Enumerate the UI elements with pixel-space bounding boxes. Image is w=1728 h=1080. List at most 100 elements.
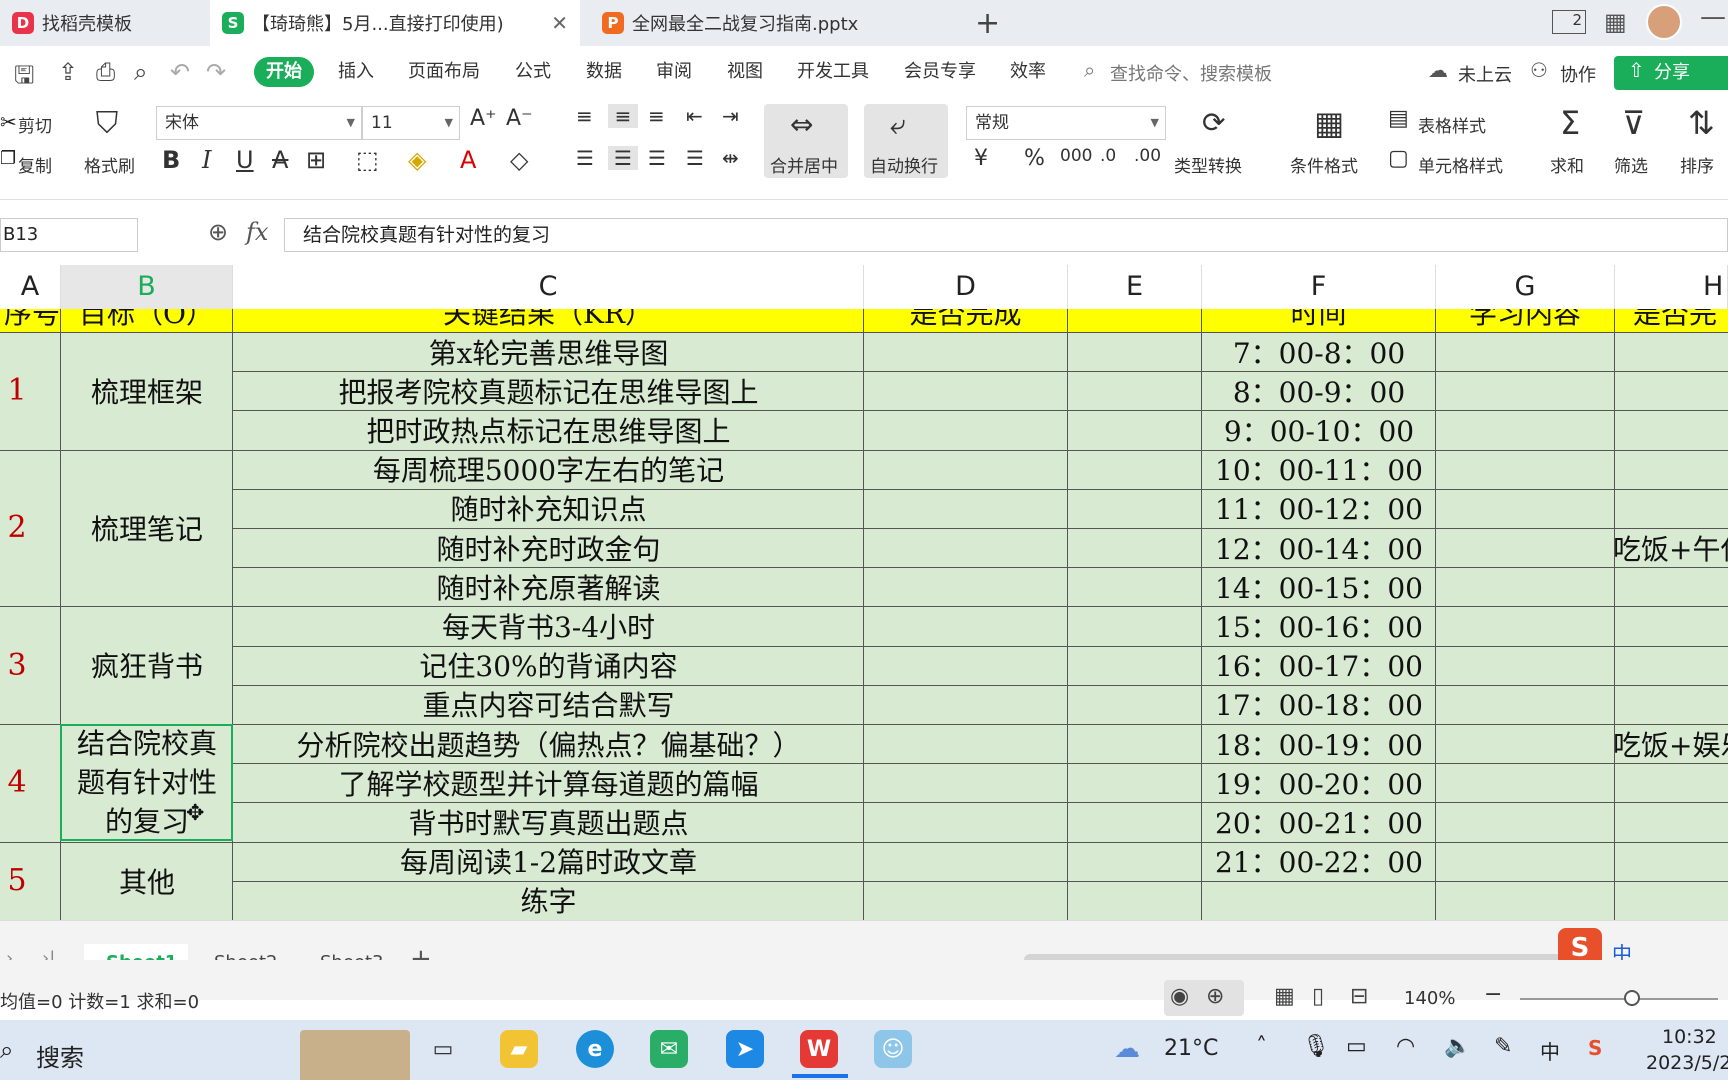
clock-time[interactable]: 10:32 — [1662, 1026, 1717, 1048]
redo-icon[interactable]: ↷ — [206, 58, 226, 86]
time-cell[interactable]: 10：00-11：00 — [1202, 450, 1436, 489]
kr-cell[interactable]: 了解学校题型并计算每道题的篇幅 — [233, 763, 864, 802]
sum-button[interactable]: 求和 — [1550, 152, 1584, 177]
taskbar-search[interactable]: 搜索 — [36, 1038, 84, 1073]
header-cell-d[interactable]: 是否完成 — [864, 309, 1068, 332]
col-header-a[interactable]: A — [0, 265, 61, 309]
kr-cell[interactable]: 记住30%的背诵内容 — [233, 646, 864, 685]
time-cell[interactable]: 21：00-22：00 — [1202, 842, 1436, 881]
page-layout-view-icon[interactable]: ▯ — [1312, 984, 1324, 1009]
align-left-icon[interactable]: ☰ — [576, 146, 594, 170]
time-cell[interactable]: 12：00-14：00 — [1202, 528, 1436, 567]
strikethrough-icon[interactable]: A — [272, 146, 288, 174]
bold-button[interactable]: B — [162, 146, 180, 174]
kr-cell[interactable]: 重点内容可结合默写 — [233, 685, 864, 724]
time-cell[interactable]: 8：00-9：00 — [1202, 371, 1436, 410]
window-count-badge[interactable]: 2 — [1552, 10, 1586, 34]
font-grow-icon[interactable]: A⁺ — [470, 106, 497, 131]
time-cell[interactable]: 14：00-15：00 — [1202, 567, 1436, 606]
time-cell[interactable] — [1202, 881, 1436, 920]
time-cell[interactable]: 11：00-12：00 — [1202, 489, 1436, 528]
distribute-icon[interactable]: ⇹ — [722, 146, 739, 170]
group-number[interactable]: 4 — [0, 724, 34, 842]
group-number[interactable]: 2 — [0, 450, 34, 607]
header-cell-a[interactable]: 序号 — [0, 309, 61, 332]
table-style-button[interactable]: 表格样式 — [1418, 112, 1486, 137]
align-right-icon[interactable]: ☰ — [648, 146, 666, 170]
sort-button[interactable]: 排序 — [1680, 152, 1714, 177]
time-cell[interactable]: 15：00-16：00 — [1202, 606, 1436, 645]
fx-button[interactable]: fx — [246, 218, 268, 246]
time-cell[interactable]: 18：00-19：00 — [1202, 724, 1436, 763]
fill-pattern-icon[interactable]: ⬚ — [356, 146, 379, 174]
file-explorer-icon[interactable]: ▰ — [500, 1030, 538, 1068]
save-icon[interactable]: 🖫 — [14, 58, 34, 99]
group-number[interactable]: 5 — [0, 842, 34, 920]
tab-ppt[interactable]: P 全网最全二战复习指南.pptx — [590, 0, 960, 46]
tab-page-layout[interactable]: 页面布局 — [408, 57, 480, 87]
collab-button[interactable]: 协作 — [1560, 61, 1596, 87]
col-header-b[interactable]: B — [61, 265, 233, 309]
minimize-icon[interactable]: — — [1700, 2, 1726, 32]
align-middle-icon[interactable]: ≡ — [608, 104, 638, 128]
zoom-formula-icon[interactable]: ⊕ — [208, 218, 228, 246]
battery-icon[interactable]: ▭ — [1346, 1034, 1367, 1059]
tab-daoke[interactable]: D 找稻壳模板 — [0, 0, 205, 46]
pen-icon[interactable]: ✎ — [1494, 1034, 1512, 1059]
edge-icon[interactable]: e — [576, 1030, 614, 1068]
cell-style-button[interactable]: 单元格样式 — [1418, 152, 1503, 177]
col-header-f[interactable]: F — [1202, 265, 1436, 309]
increase-decimal-icon[interactable]: .0 — [1100, 146, 1116, 166]
type-convert-button[interactable]: 类型转换 — [1174, 152, 1242, 177]
zoom-slider-thumb[interactable] — [1624, 990, 1640, 1006]
ime-tray-icon[interactable]: 中 — [1540, 1036, 1560, 1065]
status-cell[interactable]: 吃饭+午休 — [1613, 528, 1728, 567]
tab-home[interactable]: 开始 — [254, 57, 314, 87]
underline-button[interactable]: U — [236, 146, 254, 174]
col-header-g[interactable]: G — [1436, 265, 1615, 309]
align-bottom-icon[interactable]: ≡ — [648, 104, 665, 128]
kr-cell[interactable]: 每周阅读1-2篇时政文章 — [233, 842, 864, 881]
cut-button[interactable]: 剪切 — [18, 112, 52, 137]
name-box[interactable]: B13 — [0, 218, 138, 252]
page-break-view-icon[interactable]: ⊟ — [1350, 984, 1368, 1009]
time-cell[interactable]: 20：00-21：00 — [1202, 802, 1436, 841]
thousands-button[interactable]: 000 — [1060, 146, 1092, 166]
filter-button[interactable]: 筛选 — [1614, 152, 1648, 177]
kr-cell[interactable]: 第x轮完善思维导图 — [233, 332, 864, 371]
kr-cell[interactable]: 分析院校出题趋势（偏热点？偏基础？） — [233, 724, 864, 763]
print-icon[interactable]: ⎙ — [96, 58, 115, 86]
kr-cell[interactable]: 随时补充原著解读 — [233, 567, 864, 606]
time-cell[interactable]: 7：00-8：00 — [1202, 332, 1436, 371]
kr-cell[interactable]: 随时补充知识点 — [233, 489, 864, 528]
feishu-icon[interactable]: ➤ — [726, 1030, 764, 1068]
new-tab-icon[interactable]: + — [975, 6, 1000, 41]
formula-input[interactable]: 结合院校真题有针对性的复习 — [284, 218, 1728, 252]
tab-efficiency[interactable]: 效率 — [1010, 57, 1046, 87]
col-header-c[interactable]: C — [233, 265, 864, 309]
format-painter-icon[interactable]: ⛉ — [90, 106, 124, 141]
print-preview-icon[interactable]: ⌕ — [134, 58, 147, 86]
italic-button[interactable]: I — [202, 146, 211, 174]
kr-cell[interactable]: 把报考院校真题标记在思维导图上 — [233, 371, 864, 410]
tab-insert[interactable]: 插入 — [338, 57, 374, 87]
sogou-tray-icon[interactable]: S — [1588, 1036, 1602, 1060]
cond-format-button[interactable]: 条件格式 — [1290, 152, 1358, 177]
goal-cell[interactable]: 梳理框架 — [61, 332, 233, 450]
font-color-icon[interactable]: A — [460, 146, 476, 174]
col-header-e[interactable]: E — [1068, 265, 1202, 309]
weather-temp[interactable]: 21°C — [1164, 1036, 1218, 1061]
tab-view[interactable]: 视图 — [727, 57, 763, 87]
header-cell-c[interactable]: 关键结果（KR） — [233, 309, 864, 332]
header-cell-e[interactable] — [1068, 309, 1202, 332]
format-painter-button[interactable]: 格式刷 — [84, 152, 135, 177]
time-cell[interactable]: 9：00-10：00 — [1202, 410, 1436, 449]
status-cell[interactable]: 吃饭+娱乐 — [1613, 724, 1728, 763]
grid-apps-icon[interactable]: ▦ — [1604, 8, 1627, 36]
kr-cell[interactable]: 随时补充时政金句 — [233, 528, 864, 567]
col-header-d[interactable]: D — [864, 265, 1068, 309]
outdent-icon[interactable]: ⇤ — [686, 104, 703, 128]
zoom-level[interactable]: 140% — [1404, 988, 1455, 1009]
cloud-status[interactable]: 未上云 — [1458, 61, 1512, 87]
header-cell-h[interactable]: 是否完 — [1615, 309, 1728, 332]
